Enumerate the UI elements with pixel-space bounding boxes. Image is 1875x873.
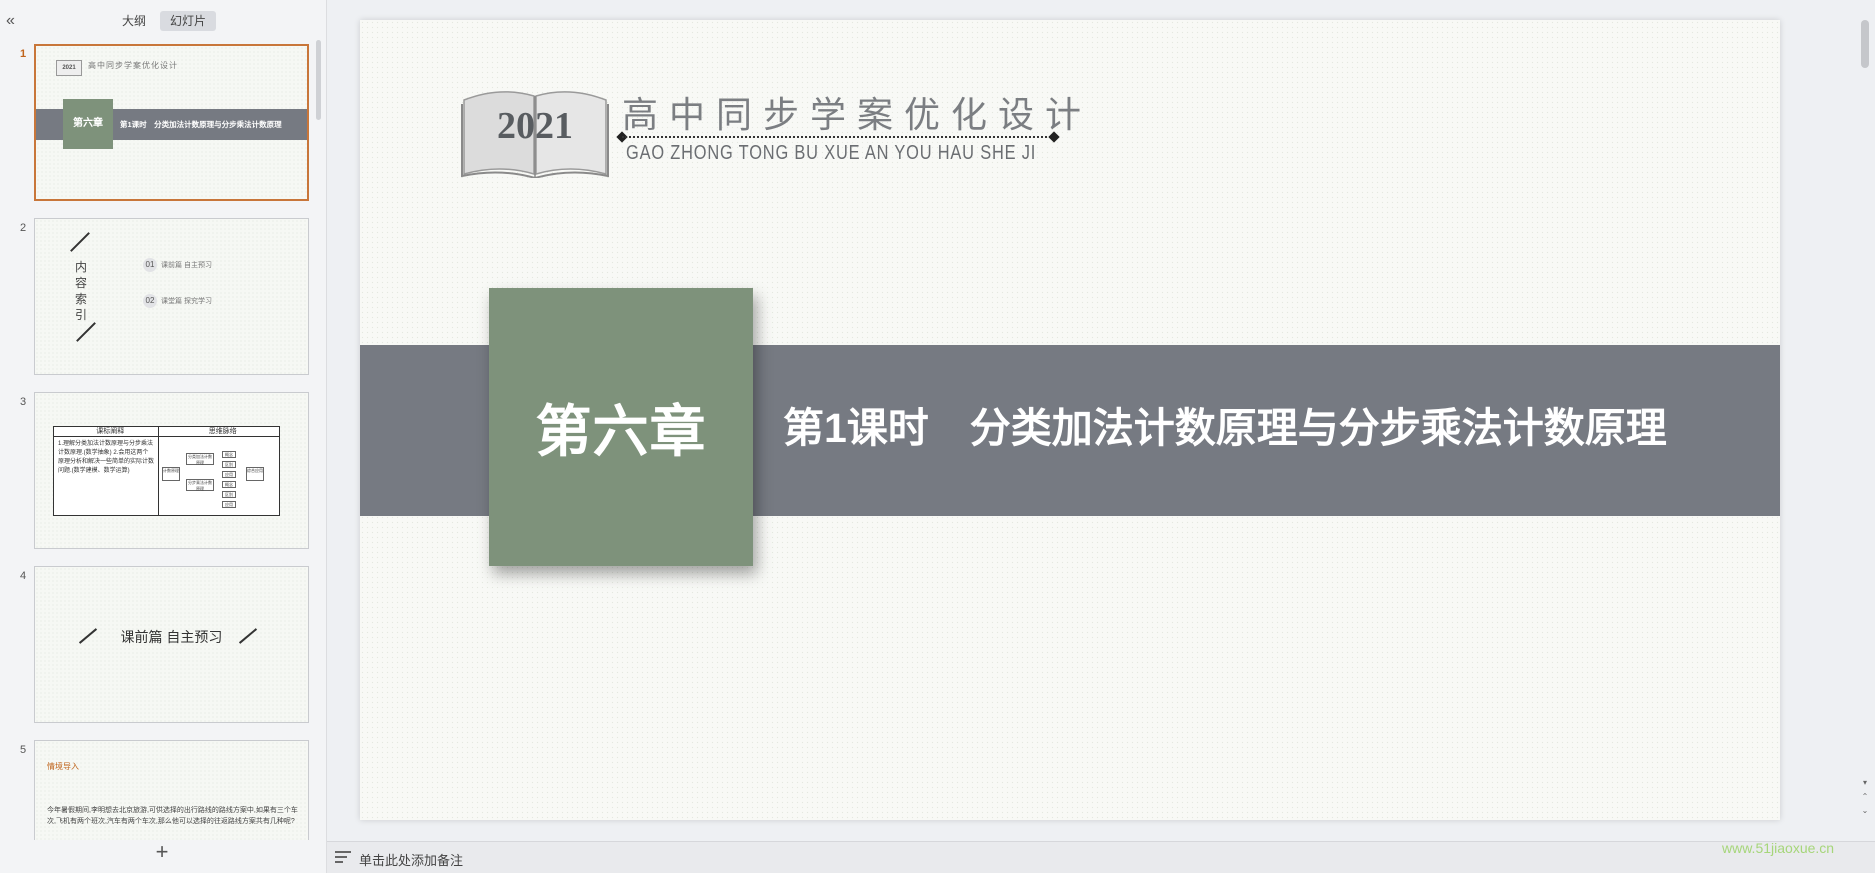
notes-placeholder[interactable]: 单击此处添加备注 <box>359 850 463 869</box>
thumbnail-slide-5[interactable]: 情境导入 今年暑假期间,李明想去北京旅游,可供选择的出行路线的路线方案中,如果有… <box>34 740 309 840</box>
thumb-chapter: 第六章 <box>63 99 113 149</box>
chapter-title: 第六章 <box>535 399 707 463</box>
thumbnail-slide-4[interactable]: 课前篇 自主预习 <box>34 566 309 723</box>
editor-scrollbar-thumb[interactable] <box>1861 20 1869 68</box>
book-logo-icon: 2021 <box>56 60 82 76</box>
brand-pinyin: GAO ZHONG TONG BU XUE AN YOU HAU SHE JI <box>626 142 1037 164</box>
slash-decoration-icon <box>76 322 96 342</box>
thumb-toc-row: 01 课前篇 自主预习 <box>143 258 212 272</box>
notes-icon <box>335 851 351 865</box>
lesson-title: 第1课时 分类加法计数原理与分步乘法计数原理 <box>783 405 1667 451</box>
thumbnail-number: 1 <box>20 48 27 60</box>
thumbnail-slide-2[interactable]: 内 容 索 引 01 课前篇 自主预习 02 课堂篇 探究学习 <box>34 218 309 375</box>
dotted-divider <box>622 136 1054 138</box>
thumbnail-number: 4 <box>20 570 27 582</box>
thumbnail-item-1[interactable]: 1 2021 高中同步学案优化设计 第六章 第1课时 分类加法计数原理与分步乘法… <box>0 44 320 204</box>
thumbnail-slide-3[interactable]: 课标阐释 思维脉络 1.理解分类加法计数原理与分步乘法计数原理.(数学抽象) 2… <box>34 392 309 549</box>
thumbnail-number: 3 <box>20 396 27 408</box>
thumbnail-number: 5 <box>20 744 27 756</box>
thumb-brand-title: 高中同步学案优化设计 <box>88 61 178 70</box>
scroll-down-icon[interactable]: ▾ <box>1860 778 1870 788</box>
thumbnail-number: 2 <box>20 222 27 234</box>
thumbnail-item-2[interactable]: 2 内 容 索 引 01 课前篇 自主预习 02 课堂篇 探究学习 <box>0 218 320 378</box>
current-slide[interactable]: 2021 高中同步学案优化设计 GAO ZHONG TONG BU XUE AN… <box>360 20 1780 820</box>
thumbnail-list: 1 2021 高中同步学案优化设计 第六章 第1课时 分类加法计数原理与分步乘法… <box>0 40 320 840</box>
brand-title: 高中同步学案优化设计 <box>622 94 1093 135</box>
prev-slide-icon[interactable]: ⌃ <box>1860 792 1870 802</box>
thumbnail-item-4[interactable]: 4 课前篇 自主预习 <box>0 566 320 726</box>
add-slide-icon[interactable]: + <box>152 841 172 863</box>
notes-bar[interactable]: 单击此处添加备注 <box>327 841 1875 873</box>
thumbnail-item-5[interactable]: 5 情境导入 今年暑假期间,李明想去北京旅游,可供选择的出行路线的路线方案中,如… <box>0 740 320 840</box>
thumb-toc-row: 02 课堂篇 探究学习 <box>143 294 212 308</box>
thumb-section-title: 课前篇 自主预习 <box>120 629 223 645</box>
chapter-box: 第六章 <box>489 288 753 566</box>
slide-editor-area: 2021 高中同步学案优化设计 GAO ZHONG TONG BU XUE AN… <box>327 0 1875 841</box>
tab-slides[interactable]: 幻灯片 <box>160 11 217 31</box>
panel-tabs: 大纲 幻灯片 <box>112 11 217 31</box>
thumb-heading: 情境导入 <box>47 762 79 771</box>
next-slide-icon[interactable]: ⌄ <box>1860 806 1870 816</box>
thumbnail-slide-1[interactable]: 2021 高中同步学案优化设计 第六章 第1课时 分类加法计数原理与分步乘法计数… <box>34 44 309 201</box>
collapse-panel-icon[interactable]: « <box>6 12 24 30</box>
thumb-body-text: 今年暑假期间,李明想去北京旅游,可供选择的出行路线的路线方案中,如果有三个车次,… <box>47 807 298 825</box>
thumb-table: 课标阐释 思维脉络 1.理解分类加法计数原理与分步乘法计数原理.(数学抽象) 2… <box>53 426 280 516</box>
thumbnail-scrollbar[interactable] <box>316 40 321 120</box>
editor-scrollbar-track[interactable] <box>1860 18 1870 818</box>
thumb-vertical-title: 内 容 索 引 <box>75 260 88 322</box>
slide-navigator-panel: « 大纲 幻灯片 1 2021 高中同步学案优化设计 第六章 第1课时 分类加法… <box>0 0 327 873</box>
tab-outline[interactable]: 大纲 <box>112 11 156 31</box>
thumb-table-text: 1.理解分类加法计数原理与分步乘法计数原理.(数学抽象) 2.会用这两个原理分析… <box>58 441 155 474</box>
book-year: 2021 <box>497 105 573 147</box>
thumbnail-item-3[interactable]: 3 课标阐释 思维脉络 1.理解分类加法计数原理与分步乘法计数原理.(数学抽象)… <box>0 392 320 552</box>
thumb-lesson-title: 第1课时 分类加法计数原理与分步乘法计数原理 <box>120 120 282 129</box>
watermark: www.51jiaoxue.cn <box>1722 840 1835 856</box>
slash-decoration-icon <box>70 232 90 252</box>
